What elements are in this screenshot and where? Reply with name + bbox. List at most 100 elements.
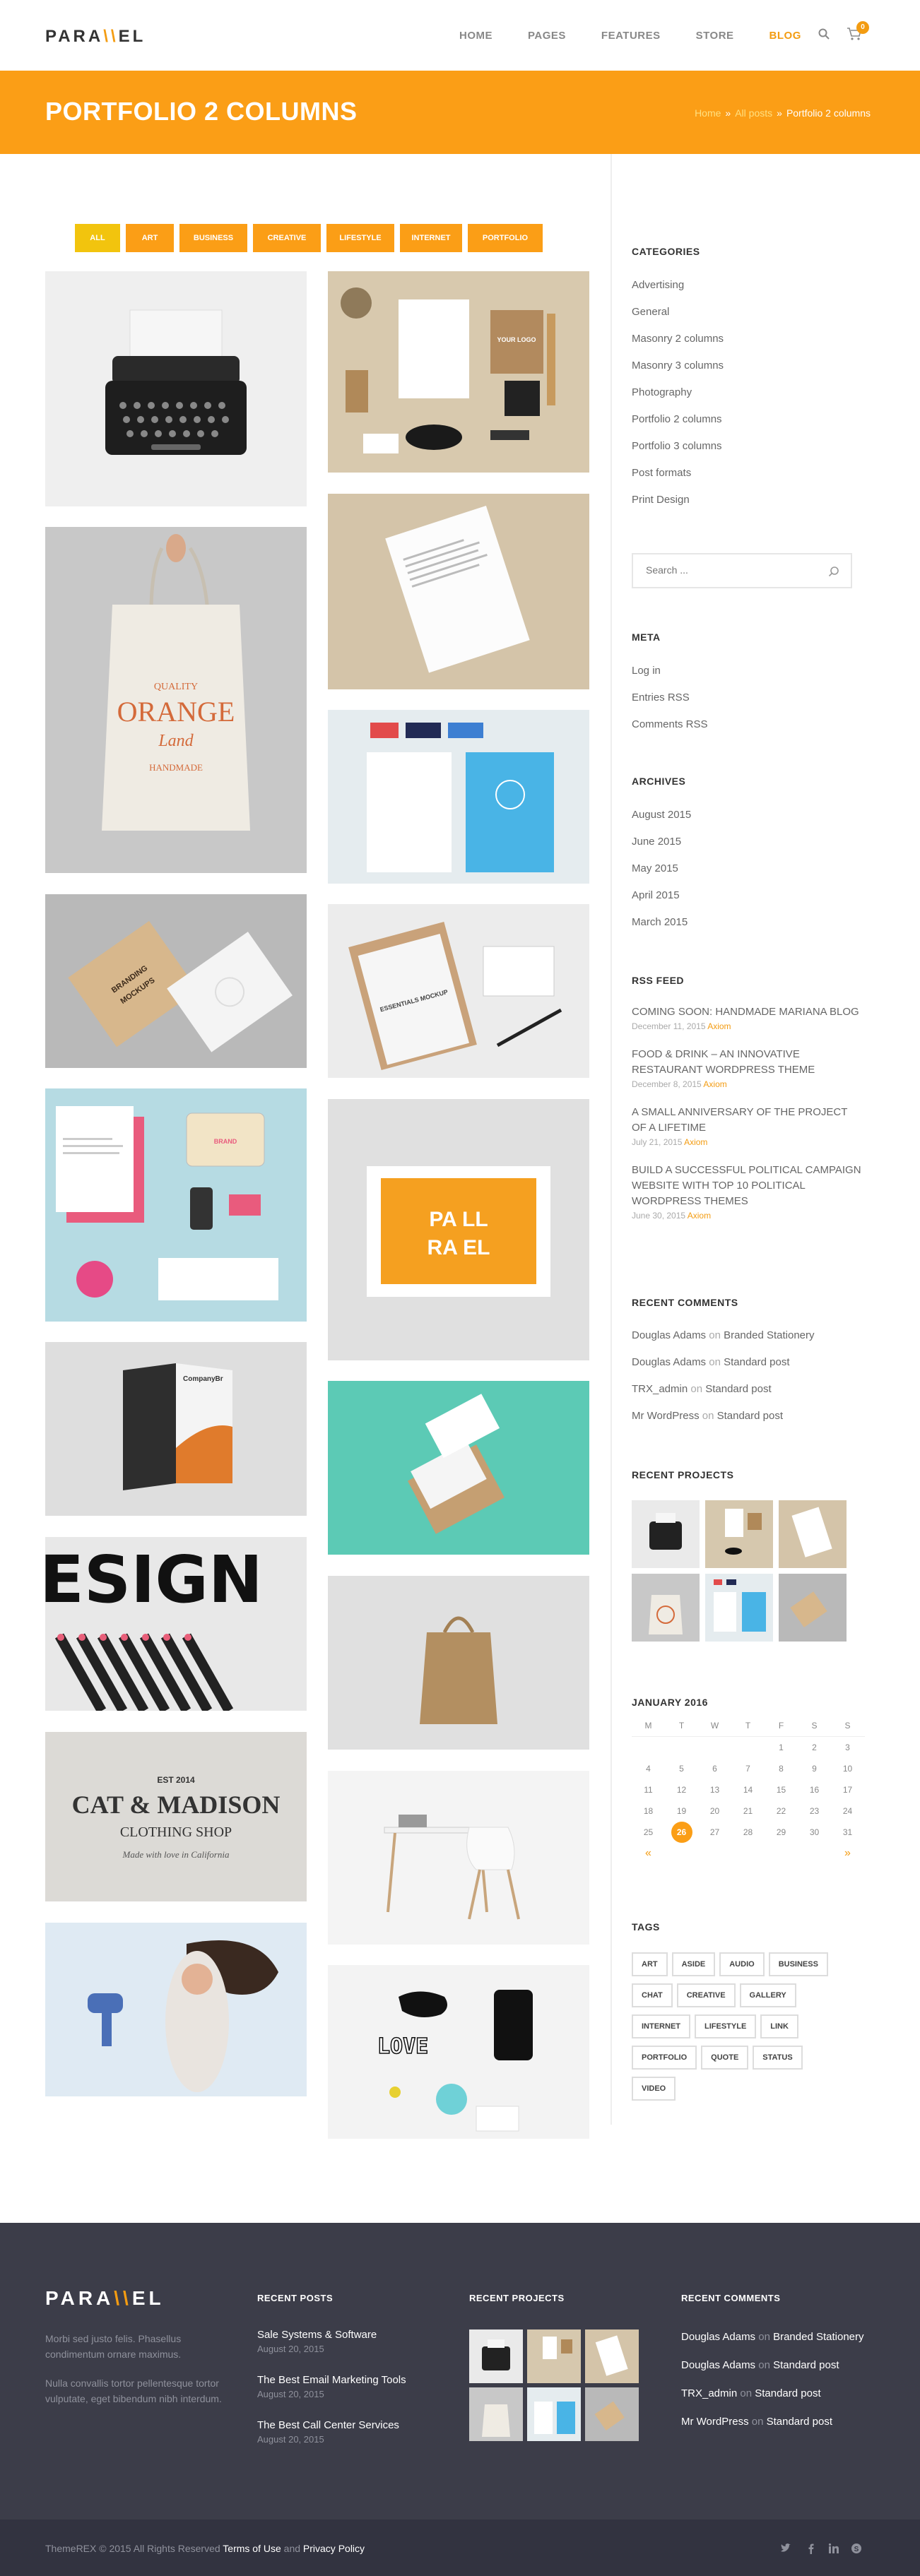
tag-status[interactable]: STATUS: [753, 2046, 803, 2070]
footer-project-thumb[interactable]: [527, 2329, 581, 2383]
tag-art[interactable]: ART: [632, 1952, 668, 1976]
portfolio-item-essentials-mockup[interactable]: ESSENTIALS MOCKUP: [328, 904, 589, 1078]
category-link[interactable]: Post formats: [632, 467, 691, 479]
tag-lifestyle[interactable]: LIFESTYLE: [695, 2014, 757, 2038]
breadcrumb-home[interactable]: Home: [695, 107, 721, 119]
footer-post-title[interactable]: Sale Systems & Software: [257, 2329, 377, 2341]
meta-comments-rss-link[interactable]: Comments RSS: [632, 718, 708, 730]
portfolio-item-tote-bag[interactable]: QUALITY ORANGE Land HANDMADE: [45, 527, 307, 873]
rss-entry-title[interactable]: COMING SOON: HANDMADE MARIANA BLOG: [632, 1006, 859, 1018]
meta-entries-rss-link[interactable]: Entries RSS: [632, 692, 690, 704]
footer-comment-post[interactable]: Standard post: [773, 2359, 839, 2371]
footer-comment-post[interactable]: Standard post: [767, 2416, 832, 2428]
category-link[interactable]: Masonry 3 columns: [632, 360, 724, 372]
category-link[interactable]: Photography: [632, 386, 692, 398]
archive-link[interactable]: March 2015: [632, 916, 688, 928]
footer-project-thumb[interactable]: [527, 2387, 581, 2441]
nav-blog[interactable]: BLOG: [769, 30, 801, 42]
tag-creative[interactable]: CREATIVE: [676, 1983, 736, 2007]
calendar-prev-button[interactable]: «: [632, 1843, 665, 1864]
tag-business[interactable]: BUSINESS: [768, 1952, 828, 1976]
filter-lifestyle[interactable]: LIFESTYLE: [326, 224, 394, 252]
linkedin-icon[interactable]: [828, 2543, 839, 2554]
recent-project-thumb[interactable]: [779, 1574, 847, 1642]
skype-icon[interactable]: S: [851, 2543, 862, 2554]
filter-art[interactable]: ART: [126, 224, 174, 252]
footer-post-title[interactable]: The Best Email Marketing Tools: [257, 2374, 406, 2386]
archive-link[interactable]: April 2015: [632, 889, 680, 901]
category-link[interactable]: Portfolio 3 columns: [632, 440, 722, 452]
portfolio-item-blue-folder[interactable]: [328, 710, 589, 884]
portfolio-item-typewriter[interactable]: [45, 271, 307, 506]
comment-post-link[interactable]: Branded Stationery: [724, 1329, 814, 1341]
rss-entry-title[interactable]: FOOD & DRINK – AN INNOVATIVE RESTAURANT …: [632, 1048, 815, 1076]
footer-comment-post[interactable]: Branded Stationery: [773, 2331, 863, 2343]
tag-internet[interactable]: INTERNET: [632, 2014, 690, 2038]
archive-link[interactable]: August 2015: [632, 809, 691, 821]
tag-audio[interactable]: AUDIO: [719, 1952, 765, 1976]
calendar-next-button[interactable]: »: [831, 1843, 864, 1864]
tag-video[interactable]: VIDEO: [632, 2077, 676, 2101]
comment-post-link[interactable]: Standard post: [724, 1356, 789, 1368]
archive-link[interactable]: May 2015: [632, 862, 678, 874]
category-link[interactable]: Advertising: [632, 279, 684, 291]
nav-pages[interactable]: PAGES: [528, 30, 566, 42]
comment-post-link[interactable]: Standard post: [705, 1383, 771, 1395]
footer-comment-author[interactable]: Mr WordPress: [681, 2416, 749, 2428]
portfolio-item-stationery-pink[interactable]: BRAND: [45, 1088, 307, 1322]
footer-project-thumb[interactable]: [585, 2387, 639, 2441]
privacy-link[interactable]: Privacy Policy: [303, 2543, 365, 2554]
recent-project-thumb[interactable]: [632, 1500, 700, 1568]
portfolio-item-frame[interactable]: PA LL RA EL: [328, 1099, 589, 1360]
footer-comment-author[interactable]: TRX_admin: [681, 2387, 737, 2399]
portfolio-item-cat-madison[interactable]: EST 2014 CAT & MADISON CLOTHING SHOP Mad…: [45, 1732, 307, 1901]
search-icon[interactable]: [828, 566, 839, 577]
recent-project-thumb[interactable]: [705, 1574, 773, 1642]
footer-project-thumb[interactable]: [469, 2387, 523, 2441]
portfolio-item-love-flatlay[interactable]: LOVE: [328, 1965, 589, 2139]
terms-link[interactable]: Terms of Use: [223, 2543, 281, 2554]
archive-link[interactable]: June 2015: [632, 836, 681, 848]
rss-entry-title[interactable]: BUILD A SUCCESSFUL POLITICAL CAMPAIGN WE…: [632, 1164, 861, 1207]
tag-gallery[interactable]: GALLERY: [739, 1983, 796, 2007]
calendar-today[interactable]: 26: [671, 1822, 692, 1843]
footer-post-title[interactable]: The Best Call Center Services: [257, 2419, 399, 2431]
comment-author[interactable]: Douglas Adams: [632, 1329, 706, 1341]
twitter-icon[interactable]: [780, 2543, 791, 2554]
nav-home[interactable]: HOME: [459, 30, 493, 42]
portfolio-item-desk-chair[interactable]: [328, 1771, 589, 1945]
tag-quote[interactable]: QUOTE: [701, 2046, 749, 2070]
search-icon[interactable]: [818, 28, 830, 40]
site-logo[interactable]: PARA\\EL: [45, 27, 146, 47]
sidebar-search-input[interactable]: [646, 564, 815, 576]
portfolio-item-business-cards[interactable]: [328, 1381, 589, 1555]
comment-post-link[interactable]: Standard post: [717, 1410, 783, 1422]
footer-project-thumb[interactable]: [585, 2329, 639, 2383]
tag-aside[interactable]: ASIDE: [671, 1952, 716, 1976]
recent-project-thumb[interactable]: [705, 1500, 773, 1568]
breadcrumb-all-posts[interactable]: All posts: [735, 107, 772, 119]
footer-logo[interactable]: PARA\\EL: [45, 2287, 165, 2310]
footer-comment-author[interactable]: Douglas Adams: [681, 2359, 755, 2371]
rss-entry-title[interactable]: A SMALL ANNIVERSARY OF THE PROJECT OF A …: [632, 1106, 847, 1134]
tag-link[interactable]: LINK: [760, 2014, 798, 2038]
filter-creative[interactable]: CREATIVE: [253, 224, 321, 252]
category-link[interactable]: Print Design: [632, 494, 690, 506]
tag-portfolio[interactable]: PORTFOLIO: [632, 2046, 697, 2070]
filter-all[interactable]: ALL: [75, 224, 120, 252]
nav-features[interactable]: FEATURES: [601, 30, 661, 42]
filter-internet[interactable]: INTERNET: [400, 224, 462, 252]
footer-project-thumb[interactable]: [469, 2329, 523, 2383]
meta-login-link[interactable]: Log in: [632, 665, 661, 677]
nav-store[interactable]: STORE: [696, 30, 734, 42]
footer-comment-post[interactable]: Standard post: [755, 2387, 820, 2399]
portfolio-item-letterhead[interactable]: [328, 494, 589, 689]
portfolio-item-hair-dryer[interactable]: [45, 1923, 307, 2096]
footer-comment-author[interactable]: Douglas Adams: [681, 2331, 755, 2343]
tag-chat[interactable]: CHAT: [632, 1983, 673, 2007]
filter-portfolio[interactable]: PORTFOLIO: [468, 224, 543, 252]
comment-author[interactable]: TRX_admin: [632, 1383, 688, 1395]
category-link[interactable]: Masonry 2 columns: [632, 333, 724, 345]
category-link[interactable]: General: [632, 306, 669, 318]
filter-business[interactable]: BUSINESS: [179, 224, 247, 252]
